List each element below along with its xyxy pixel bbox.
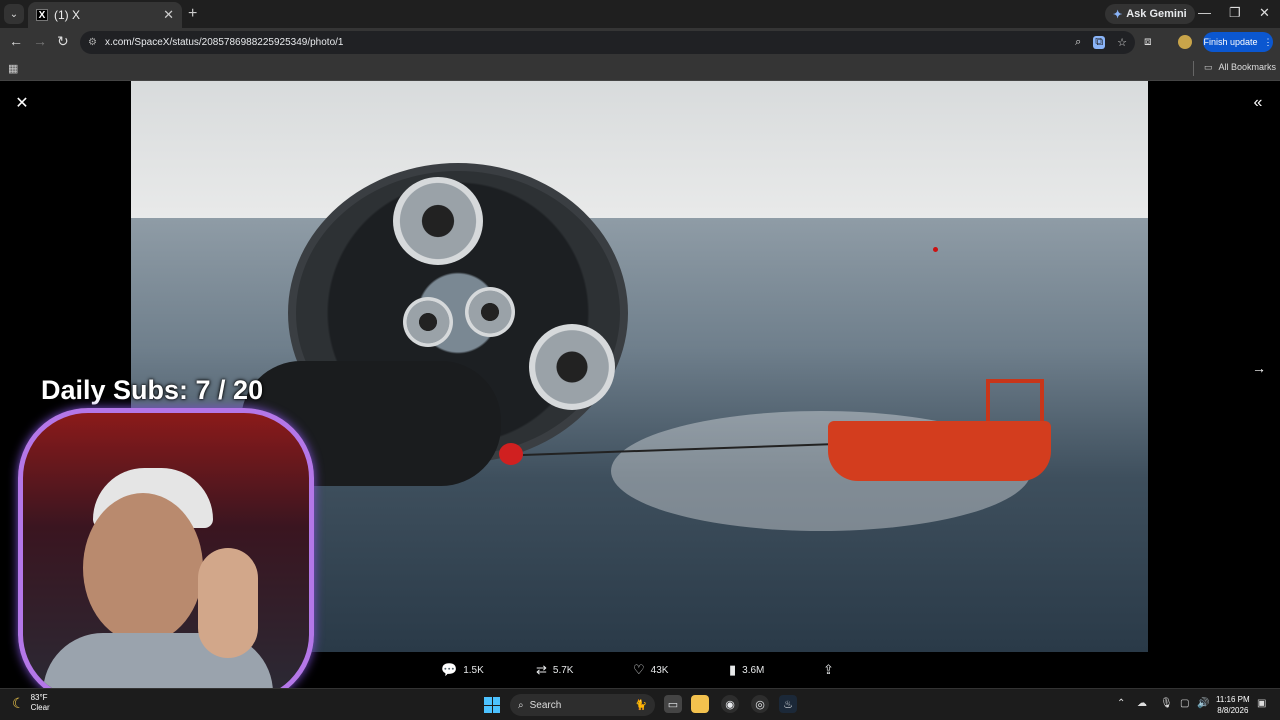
taskbar-clock[interactable]: 11:16 PM 8/8/2026 — [1216, 694, 1250, 716]
network-icon[interactable]: ▢ — [1180, 698, 1189, 709]
steam-icon[interactable]: ♨ — [779, 695, 797, 713]
like-count: 43K — [650, 664, 669, 676]
tab-title: (1) X — [54, 8, 81, 22]
profile-avatar[interactable] — [1178, 35, 1192, 49]
install-app-icon[interactable]: ⧉ — [1093, 36, 1106, 49]
x-logo-icon: X — [36, 9, 48, 21]
forward-button[interactable]: → — [33, 33, 47, 49]
photo-engine-nozzle — [403, 297, 453, 347]
tray-cloud-icon[interactable]: ☁ — [1137, 698, 1147, 709]
microphone-icon[interactable]: 🎙 — [1160, 698, 1173, 709]
reply-button[interactable]: 💬 1.5K — [441, 662, 484, 678]
finish-update-button[interactable]: Finish update ⋮ — [1203, 32, 1273, 52]
heart-icon: ♡ — [633, 662, 645, 677]
restore-button[interactable]: ❐ — [1229, 5, 1241, 21]
search-highlight-icon: 🐈 — [634, 699, 647, 711]
view-count: 3.6M — [742, 664, 765, 676]
bookmarks-separator — [1193, 61, 1194, 76]
share-icon: ⇪ — [823, 662, 834, 677]
windows-start-icon[interactable] — [484, 697, 500, 713]
photo-engine-nozzle — [529, 324, 615, 410]
minimize-button[interactable]: — — [1198, 5, 1211, 20]
repost-icon: ⇄ — [536, 662, 547, 677]
tray-overflow-icon[interactable]: ⌃ — [1117, 698, 1125, 709]
file-explorer-icon[interactable] — [691, 695, 709, 713]
taskbar-search[interactable]: ⌕ Search 🐈 — [510, 694, 655, 716]
weather-condition: Clear — [30, 703, 50, 712]
weather-widget[interactable]: ☾ 83°F Clear — [12, 693, 50, 713]
folder-icon: ▭ — [1204, 62, 1213, 72]
browser-tab[interactable]: X (1) X ✕ — [28, 2, 182, 28]
search-label: Search — [529, 699, 562, 711]
weather-temp: 83°F — [30, 693, 48, 702]
obs-icon[interactable]: ◎ — [751, 695, 769, 713]
back-button[interactable]: ← — [9, 33, 23, 49]
moon-icon: ☾ — [12, 694, 25, 711]
photo-distant-buoy — [933, 247, 938, 252]
photo-engine-nozzle — [465, 287, 515, 337]
next-photo-arrow-icon[interactable]: → — [1248, 357, 1270, 379]
photo-engine-nozzle — [393, 177, 483, 265]
views-button[interactable]: ▮ 3.6M — [729, 662, 764, 678]
daily-subs-overlay: Daily Subs: 7 / 20 — [41, 375, 264, 405]
share-button[interactable]: ⇪ — [823, 662, 840, 678]
url-text: x.com/SpaceX/status/2085786988225925349/… — [104, 37, 344, 48]
apps-grid-icon[interactable]: ▦ — [8, 62, 18, 75]
zoom-icon[interactable]: ⌕ — [1075, 36, 1081, 49]
clock-date: 8/8/2026 — [1217, 706, 1249, 715]
search-icon: ⌕ — [518, 699, 524, 711]
browser-toolbar: ← → ↻ ⚙ x.com/SpaceX/status/208578698822… — [0, 28, 1280, 56]
extensions-icon[interactable]: ⧈ — [1144, 34, 1152, 49]
bar-chart-icon: ▮ — [729, 662, 737, 677]
reload-button[interactable]: ↻ — [57, 33, 69, 50]
notifications-icon[interactable]: ▣ — [1257, 698, 1266, 709]
bookmarks-bar: ▦ ▭ All Bookmarks — [0, 56, 1280, 81]
close-icon[interactable]: ✕ — [12, 93, 32, 113]
gemini-spark-icon: ✦ — [1113, 8, 1123, 21]
webcam-face — [83, 493, 203, 643]
photo-sky — [131, 81, 1148, 221]
photo-recovery-boat — [828, 421, 1051, 481]
ask-gemini-label: Ask Gemini — [1126, 8, 1187, 20]
reply-bubble-icon: 💬 — [441, 662, 458, 677]
finish-update-label: Finish update — [1203, 37, 1258, 47]
volume-icon[interactable]: 🔊 — [1197, 698, 1209, 709]
windows-taskbar: ☾ 83°F Clear ⌕ Search 🐈 ▭ ◉ ◎ ♨ ⌃ ☁ 🎙 ▢ … — [0, 688, 1280, 720]
ask-gemini-button[interactable]: ✦ Ask Gemini — [1105, 4, 1195, 24]
site-info-icon[interactable]: ⚙ — [88, 37, 97, 48]
new-tab-button[interactable]: + — [188, 5, 197, 23]
collapse-sidebar-icon[interactable]: « — [1248, 93, 1268, 113]
bookmark-star-icon[interactable]: ☆ — [1117, 36, 1127, 49]
reply-count: 1.5K — [463, 664, 484, 676]
menu-kebab-icon: ⋮ — [1263, 36, 1273, 47]
chrome-icon[interactable]: ◉ — [721, 695, 739, 713]
task-view-icon[interactable]: ▭ — [664, 695, 682, 713]
clock-time: 11:16 PM — [1216, 695, 1250, 704]
repost-count: 5.7K — [552, 664, 574, 676]
like-button[interactable]: ♡ 43K — [633, 662, 668, 678]
address-bar[interactable]: ⚙ x.com/SpaceX/status/208578698822592534… — [80, 31, 1135, 54]
photo-buoy — [499, 443, 523, 465]
tab-strip: ⌄ X (1) X ✕ + ✦ Ask Gemini — ❐ ✕ — [0, 0, 1280, 28]
repost-button[interactable]: ⇄ 5.7K — [536, 662, 573, 678]
window-close-button[interactable]: ✕ — [1259, 5, 1270, 21]
all-bookmarks-label: All Bookmarks — [1218, 62, 1277, 72]
all-bookmarks-button[interactable]: ▭ All Bookmarks — [1204, 62, 1276, 73]
tab-close-icon[interactable]: ✕ — [163, 7, 174, 23]
webcam-overlay — [18, 408, 314, 704]
webcam-hand — [198, 548, 258, 658]
tab-search-button[interactable]: ⌄ — [4, 4, 24, 24]
